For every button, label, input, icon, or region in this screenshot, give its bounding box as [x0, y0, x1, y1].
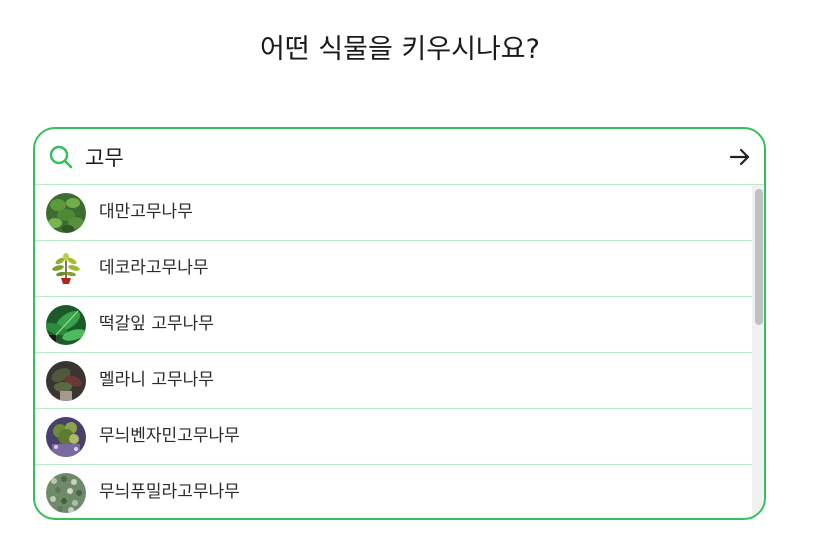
- list-item-label: 멜라니 고무나무: [99, 370, 214, 390]
- scrollbar-thumb[interactable]: [755, 189, 763, 325]
- plant-search-panel: 대만고무나무 데코라고무나무: [33, 127, 766, 520]
- results-scrollbar[interactable]: [752, 185, 764, 518]
- arrow-right-icon: [729, 148, 750, 166]
- list-item-label: 대만고무나무: [99, 202, 193, 222]
- search-input[interactable]: [85, 141, 685, 173]
- list-item-label: 떡갈잎 고무나무: [99, 314, 214, 334]
- plant-thumbnail: [46, 193, 86, 233]
- list-item[interactable]: 대만고무나무: [35, 185, 752, 241]
- plant-thumbnail: [46, 305, 86, 345]
- list-item[interactable]: 멜라니 고무나무: [35, 353, 752, 409]
- search-results-list: 대만고무나무 데코라고무나무 떡갈잎 고무나무 멜라니 고무나무 무늬벤자민고무…: [35, 185, 752, 518]
- list-item[interactable]: 무늬푸밀라고무나무: [35, 465, 752, 518]
- list-item-label: 데코라고무나무: [99, 258, 209, 278]
- list-item[interactable]: 무늬벤자민고무나무: [35, 409, 752, 465]
- list-item-label: 무늬벤자민고무나무: [99, 426, 240, 446]
- plant-thumbnail: [46, 249, 86, 289]
- list-item[interactable]: 데코라고무나무: [35, 241, 752, 297]
- list-item[interactable]: 떡갈잎 고무나무: [35, 297, 752, 353]
- search-submit-button[interactable]: [728, 145, 752, 169]
- plant-thumbnail: [46, 361, 86, 401]
- search-bar: [35, 129, 764, 185]
- list-item-label: 무늬푸밀라고무나무: [99, 482, 240, 502]
- page-title: 어떤 식물을 키우시나요?: [260, 34, 540, 65]
- search-icon: [48, 144, 74, 170]
- plant-thumbnail: [46, 417, 86, 457]
- plant-thumbnail: [46, 473, 86, 513]
